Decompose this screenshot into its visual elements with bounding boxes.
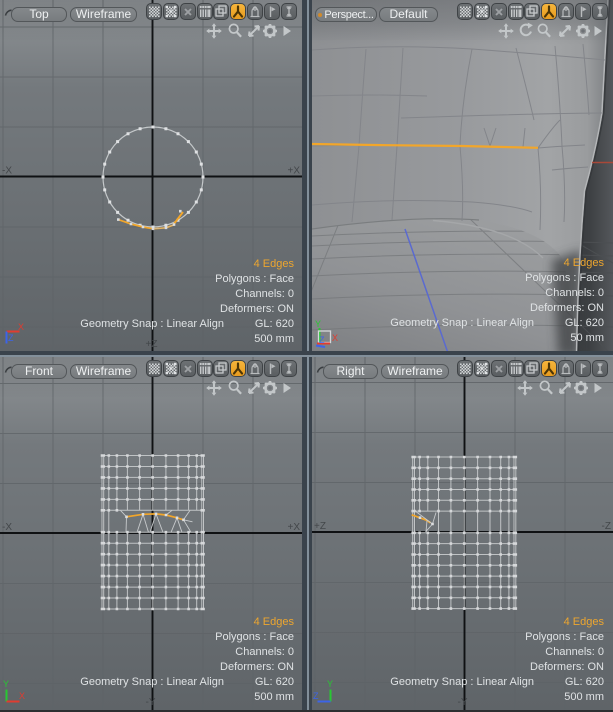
svg-text:Y: Y — [3, 679, 9, 689]
svg-text:+Z: +Z — [314, 521, 326, 532]
svg-text:Z: Z — [313, 691, 319, 701]
svg-text:X: X — [19, 691, 25, 701]
svg-text:-Y: -Y — [146, 697, 156, 708]
svg-text:-Z: -Z — [602, 521, 611, 532]
svg-text:-X: -X — [2, 166, 12, 177]
svg-text:X: X — [18, 322, 24, 332]
svg-text:-Y: -Y — [458, 697, 468, 708]
svg-text:Z: Z — [319, 335, 325, 345]
svg-text:Z: Z — [8, 333, 14, 343]
svg-text:+Z: +Z — [146, 339, 158, 350]
svg-text:-X: -X — [2, 522, 12, 533]
svg-text:Y: Y — [315, 319, 321, 329]
svg-text:+X: +X — [287, 166, 300, 177]
svg-text:+X: +X — [287, 522, 300, 533]
svg-text:Y: Y — [327, 679, 333, 689]
svg-text:X: X — [332, 333, 338, 343]
